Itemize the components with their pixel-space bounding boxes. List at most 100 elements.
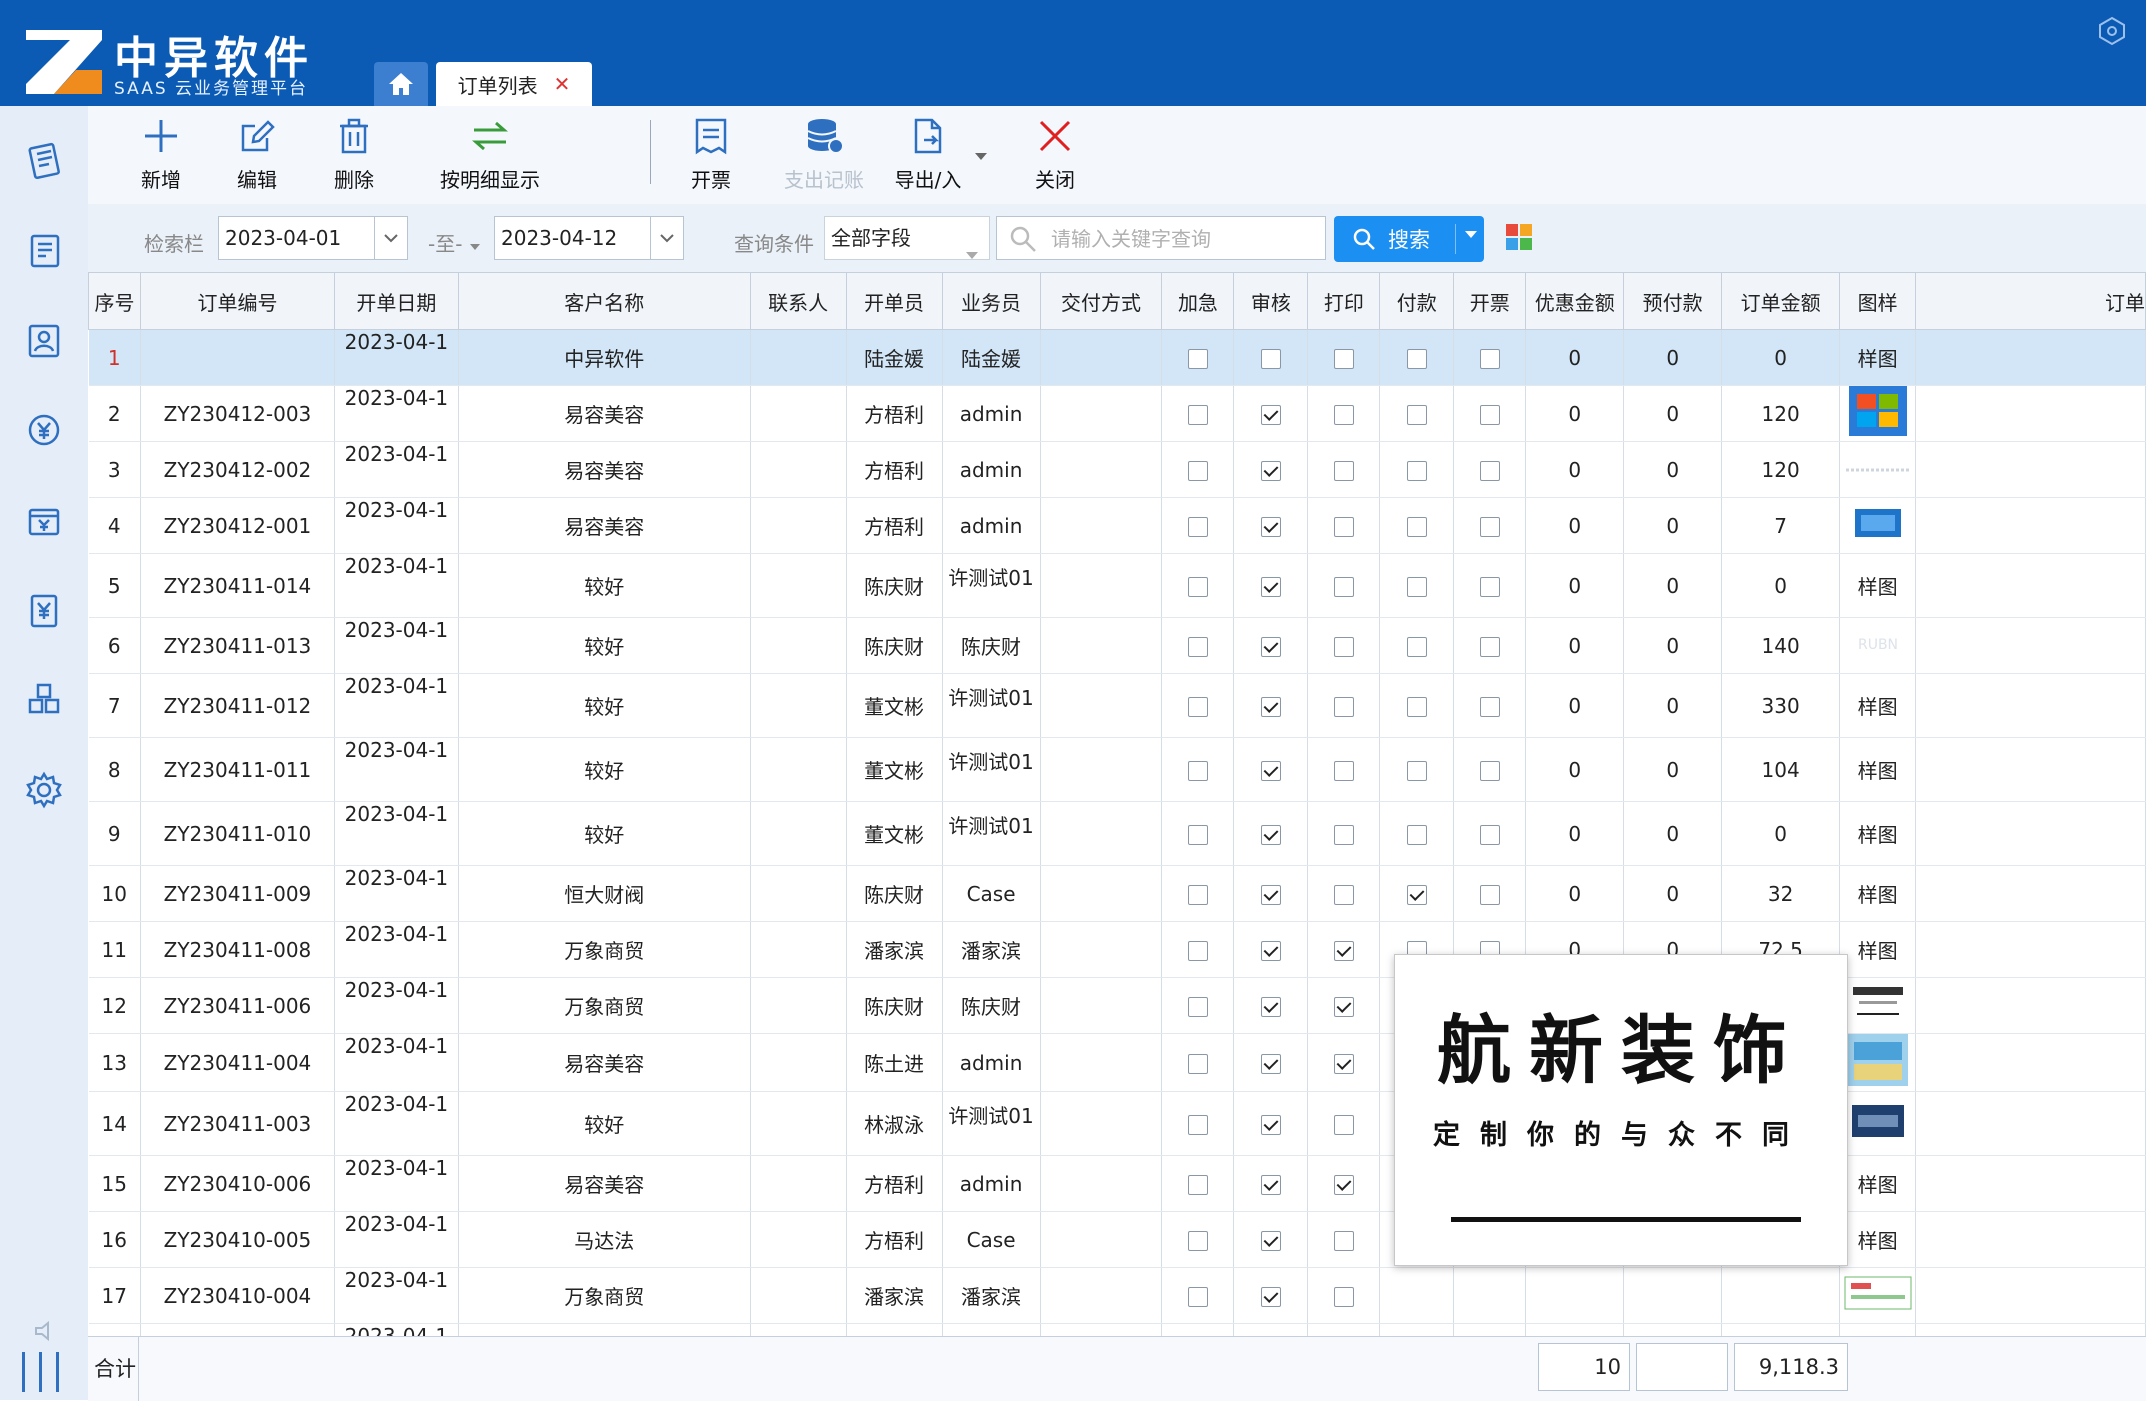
layout-color-icon[interactable] (1506, 224, 1532, 250)
invoice-button[interactable]: 开票 (668, 116, 754, 198)
faint-text-thumb-icon[interactable] (1845, 458, 1910, 482)
print-checkbox[interactable] (1333, 825, 1354, 845)
urgent-checkbox[interactable] (1187, 1231, 1208, 1251)
invoiced-checkbox[interactable] (1479, 577, 1500, 597)
export-dropdown-icon[interactable] (974, 152, 988, 162)
audit-checkbox[interactable] (1260, 885, 1281, 905)
table-row[interactable]: 6 ZY230411-013 2023-04-1 较好 陈庆财 陈庆财 0 0 140 RUBN (88, 617, 2146, 674)
urgent-checkbox[interactable] (1187, 1287, 1208, 1307)
col-customer[interactable]: 客户名称 (457, 272, 751, 330)
sample-text[interactable]: 样图 (1858, 759, 1898, 783)
audit-checkbox[interactable] (1260, 1115, 1281, 1135)
sidebar-collapse-handle[interactable] (22, 1352, 59, 1392)
audit-checkbox[interactable] (1260, 825, 1281, 845)
col-print[interactable]: 打印 (1307, 272, 1381, 330)
invoiced-checkbox[interactable] (1479, 761, 1500, 781)
chevron-down-icon[interactable] (374, 217, 407, 259)
settings-hex-icon[interactable] (2098, 16, 2126, 46)
green-card-thumb-icon[interactable] (1843, 1275, 1913, 1316)
date-to-field[interactable]: 2023-04-12 (494, 216, 684, 260)
logo-text-thumb-icon[interactable] (1849, 983, 1907, 1028)
invoiced-checkbox[interactable] (1479, 885, 1500, 905)
col-paid[interactable]: 付款 (1379, 272, 1455, 330)
col-invoiced[interactable]: 开票 (1453, 272, 1527, 330)
print-checkbox[interactable] (1333, 461, 1354, 481)
export-import-button[interactable]: 导出/入 (888, 116, 968, 198)
search-input[interactable] (1049, 223, 1313, 255)
photo-thumb-icon[interactable] (1847, 1034, 1908, 1091)
table-row[interactable]: 5 ZY230411-014 2023-04-1 较好 陈庆财 许测试01 0 0 0 样图 (88, 553, 2146, 618)
urgent-checkbox[interactable] (1187, 349, 1208, 369)
urgent-checkbox[interactable] (1187, 577, 1208, 597)
col-amount[interactable]: 订单金额 (1721, 272, 1841, 330)
sample-text[interactable]: 样图 (1858, 695, 1898, 719)
table-row[interactable]: 7 ZY230411-012 2023-04-1 较好 董文彬 许测试01 0 0 330 样图 (88, 673, 2146, 738)
speaker-icon[interactable] (34, 1320, 58, 1342)
invoiced-checkbox[interactable] (1479, 349, 1500, 369)
search-dropdown-icon[interactable] (1464, 230, 1478, 240)
sample-text[interactable]: 样图 (1858, 939, 1898, 963)
print-checkbox[interactable] (1333, 577, 1354, 597)
print-checkbox[interactable] (1333, 941, 1354, 961)
close-tab-icon[interactable]: ✕ (554, 72, 571, 96)
paid-checkbox[interactable] (1406, 885, 1427, 905)
urgent-checkbox[interactable] (1187, 941, 1208, 961)
col-urgent[interactable]: 加急 (1161, 272, 1235, 330)
urgent-checkbox[interactable] (1187, 1054, 1208, 1074)
audit-checkbox[interactable] (1260, 637, 1281, 657)
sample-text[interactable]: 样图 (1858, 347, 1898, 371)
faint-logo-thumb-icon[interactable]: RUBN (1849, 634, 1907, 658)
print-checkbox[interactable] (1333, 405, 1354, 425)
audit-checkbox[interactable] (1260, 461, 1281, 481)
close-button[interactable]: 关闭 (1012, 116, 1098, 198)
col-delivery[interactable]: 交付方式 (1039, 272, 1163, 330)
sidebar-item-payments[interactable] (20, 496, 68, 544)
sidebar-item-modules[interactable] (20, 676, 68, 724)
audit-checkbox[interactable] (1260, 577, 1281, 597)
paid-checkbox[interactable] (1406, 577, 1427, 597)
blue-card-thumb-icon[interactable] (1854, 509, 1901, 542)
sample-text[interactable]: 样图 (1858, 883, 1898, 907)
print-checkbox[interactable] (1333, 697, 1354, 717)
edit-button[interactable]: 编辑 (214, 116, 300, 198)
sample-text[interactable]: 样图 (1858, 575, 1898, 599)
col-sample[interactable]: 图样 (1839, 272, 1917, 330)
dark-card-thumb-icon[interactable] (1851, 1105, 1904, 1142)
condition-select[interactable]: 全部字段 (824, 216, 990, 260)
sample-text[interactable]: 样图 (1858, 1173, 1898, 1197)
detail-view-button[interactable]: 按明细显示 (432, 116, 548, 198)
date-from-field[interactable]: 2023-04-01 (218, 216, 408, 260)
invoiced-checkbox[interactable] (1479, 697, 1500, 717)
sample-text[interactable]: 样图 (1858, 823, 1898, 847)
print-checkbox[interactable] (1333, 1054, 1354, 1074)
col-opener[interactable]: 开单员 (845, 272, 943, 330)
urgent-checkbox[interactable] (1187, 697, 1208, 717)
urgent-checkbox[interactable] (1187, 1115, 1208, 1135)
audit-checkbox[interactable] (1260, 1287, 1281, 1307)
paid-checkbox[interactable] (1406, 825, 1427, 845)
add-button[interactable]: 新增 (118, 116, 204, 198)
sidebar-item-invoices[interactable] (20, 586, 68, 634)
search-field[interactable] (996, 216, 1326, 260)
audit-checkbox[interactable] (1260, 761, 1281, 781)
chevron-down-icon[interactable] (650, 217, 683, 259)
urgent-checkbox[interactable] (1187, 461, 1208, 481)
table-row[interactable]: 8 ZY230411-011 2023-04-1 较好 董文彬 许测试01 0 0 104 样图 (88, 737, 2146, 802)
sidebar-item-orders[interactable] (20, 136, 68, 184)
sidebar-item-documents[interactable] (20, 226, 68, 274)
expense-button[interactable]: 支出记账 (776, 116, 872, 198)
col-more[interactable]: 订单 (1915, 272, 2146, 330)
audit-checkbox[interactable] (1260, 941, 1281, 961)
print-checkbox[interactable] (1333, 1287, 1354, 1307)
col-seq[interactable]: 序号 (88, 272, 141, 330)
table-row[interactable]: 2 ZY230412-003 2023-04-1 易容美容 方梧利 admin 0 0 120 (88, 385, 2146, 442)
audit-checkbox[interactable] (1260, 1054, 1281, 1074)
audit-checkbox[interactable] (1260, 405, 1281, 425)
table-row[interactable]: 9 ZY230411-010 2023-04-1 较好 董文彬 许测试01 0 0 0 样图 (88, 801, 2146, 866)
sidebar-item-finance[interactable] (20, 406, 68, 454)
windows-thumb-icon[interactable] (1848, 386, 1907, 441)
print-checkbox[interactable] (1333, 637, 1354, 657)
print-checkbox[interactable] (1333, 885, 1354, 905)
search-button[interactable]: 搜索 (1334, 216, 1484, 262)
tab-order-list[interactable]: 订单列表 ✕ (436, 62, 592, 106)
